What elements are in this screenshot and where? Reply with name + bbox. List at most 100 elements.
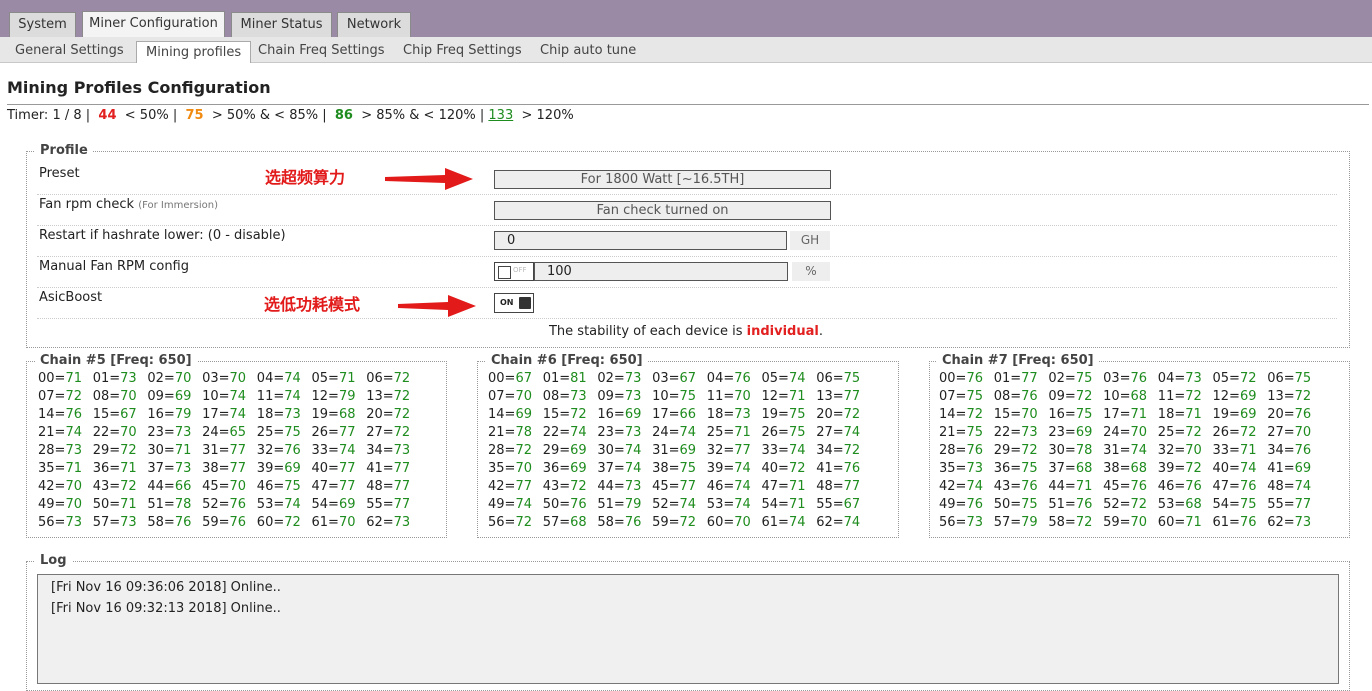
chip-value: 76: [843, 461, 861, 476]
chip-value: 77: [338, 461, 356, 476]
chip-reading: 38=77: [202, 460, 246, 478]
chip-id: 48=: [816, 479, 844, 494]
chip-reading: 28=73: [38, 442, 82, 460]
chip-id: 06=: [1267, 371, 1295, 386]
chip-id: 39=: [1157, 461, 1186, 476]
log-output[interactable]: [Fri Nov 16 09:36:06 2018] Online.. [Fri…: [37, 574, 1339, 684]
chip-reading: 11=70: [707, 388, 751, 406]
preset-select[interactable]: For 1800 Watt [~16.5TH]: [494, 170, 831, 189]
chip-value: 74: [338, 443, 356, 458]
chip-reading: 13=72: [366, 388, 410, 406]
chip-reading: 28=72: [488, 442, 532, 460]
chip-value: 72: [393, 371, 411, 386]
chip-id: 37=: [597, 461, 625, 476]
chip-reading: 21=75: [939, 424, 983, 442]
chip-id: 48=: [366, 479, 394, 494]
chip-reading: 60=72: [257, 514, 301, 532]
chip-reading: 54=71: [762, 496, 806, 514]
chip-value: 72: [393, 425, 411, 440]
fan-check-select[interactable]: Fan check turned on: [494, 201, 831, 220]
chip-reading: 48=77: [366, 478, 410, 496]
chip-value: 76: [229, 497, 247, 512]
manual-fan-toggle[interactable]: OFF: [494, 262, 534, 281]
chip-value: 75: [679, 389, 697, 404]
chip-id: 32=: [1157, 443, 1186, 458]
chip-value: 75: [284, 479, 301, 494]
chip-reading: 15=70: [994, 406, 1038, 424]
chip-id: 30=: [147, 443, 175, 458]
chain-7-title: Chain #7 [Freq: 650]: [937, 353, 1099, 368]
chip-id: 39=: [706, 461, 735, 476]
chip-value: 77: [843, 479, 861, 494]
chip-reading: 35=73: [939, 460, 983, 478]
tab-system[interactable]: System: [9, 12, 76, 37]
chip-reading: 15=72: [543, 406, 587, 424]
subtab-chain-freq-settings[interactable]: Chain Freq Settings: [249, 40, 394, 62]
chip-reading: 57=68: [543, 514, 587, 532]
chip-reading: 18=73: [257, 406, 301, 424]
tab-miner-configuration[interactable]: Miner Configuration: [82, 11, 225, 38]
subtab-chip-freq-settings[interactable]: Chip Freq Settings: [394, 40, 531, 62]
chip-reading: 60=70: [707, 514, 751, 532]
chip-value: 75: [966, 425, 983, 440]
tab-miner-status[interactable]: Miner Status: [231, 12, 332, 37]
chip-id: 22=: [542, 425, 571, 440]
chip-value: 70: [120, 389, 137, 404]
chip-reading: 58=72: [1048, 514, 1092, 532]
chip-reading: 40=77: [312, 460, 356, 478]
chip-value: 76: [1239, 515, 1257, 530]
chip-reading: 24=74: [652, 424, 696, 442]
subtab-mining-profiles[interactable]: Mining profiles: [136, 41, 252, 63]
chip-value: 69: [570, 461, 587, 476]
chip-value: 72: [843, 407, 861, 422]
chip-value: 71: [1239, 443, 1257, 458]
chip-value: 68: [1130, 461, 1148, 476]
timer-value-133-link[interactable]: 133: [488, 108, 513, 123]
chip-id: 23=: [147, 425, 175, 440]
subtab-bar: General Settings Mining profiles Chain F…: [0, 37, 1372, 63]
chip-value: 72: [1021, 443, 1038, 458]
chip-reading: 45=70: [202, 478, 246, 496]
chip-value: 76: [570, 497, 587, 512]
chip-id: 15=: [993, 407, 1022, 422]
chip-id: 33=: [1212, 443, 1240, 458]
chip-value: 73: [284, 407, 301, 422]
chip-id: 41=: [816, 461, 844, 476]
chip-id: 58=: [147, 515, 175, 530]
chip-reading: 01=77: [994, 370, 1038, 388]
annotation-low-power-note: 选低功耗模式: [264, 295, 361, 314]
chip-value: 66: [679, 407, 697, 422]
chip-reading: 49=70: [38, 496, 82, 514]
chip-value: 71: [1130, 407, 1148, 422]
chip-id: 41=: [1267, 461, 1295, 476]
tab-network[interactable]: Network: [337, 12, 411, 37]
chip-value: 72: [393, 407, 411, 422]
chip-reading: 61=70: [312, 514, 356, 532]
chip-value: 70: [338, 515, 356, 530]
chip-id: 34=: [1267, 443, 1295, 458]
chip-id: 18=: [706, 407, 735, 422]
chip-id: 33=: [311, 443, 339, 458]
restart-hashrate-input[interactable]: 0: [494, 231, 787, 250]
chip-id: 54=: [311, 497, 339, 512]
chip-value: 72: [120, 479, 137, 494]
chip-reading: 25=72: [1158, 424, 1202, 442]
chip-reading: 12=79: [312, 388, 356, 406]
chip-reading: 42=70: [38, 478, 82, 496]
chip-id: 14=: [38, 407, 66, 422]
chip-reading: 19=69: [1213, 406, 1257, 424]
chip-id: 05=: [311, 371, 339, 386]
asicboost-toggle[interactable]: ON: [494, 293, 534, 313]
chip-reading: 29=72: [994, 442, 1038, 460]
subtab-general-settings[interactable]: General Settings: [6, 40, 133, 62]
subtab-chip-auto-tune[interactable]: Chip auto tune: [531, 40, 645, 62]
chip-value: 74: [679, 425, 697, 440]
chip-value: 73: [966, 461, 983, 476]
chip-reading: 43=72: [93, 478, 137, 496]
chip-reading: 58=76: [147, 514, 191, 532]
chip-id: 12=: [311, 389, 339, 404]
chip-id: 08=: [92, 389, 121, 404]
chip-id: 16=: [597, 407, 625, 422]
chip-id: 36=: [92, 461, 121, 476]
manual-fan-input[interactable]: 100: [534, 262, 788, 281]
